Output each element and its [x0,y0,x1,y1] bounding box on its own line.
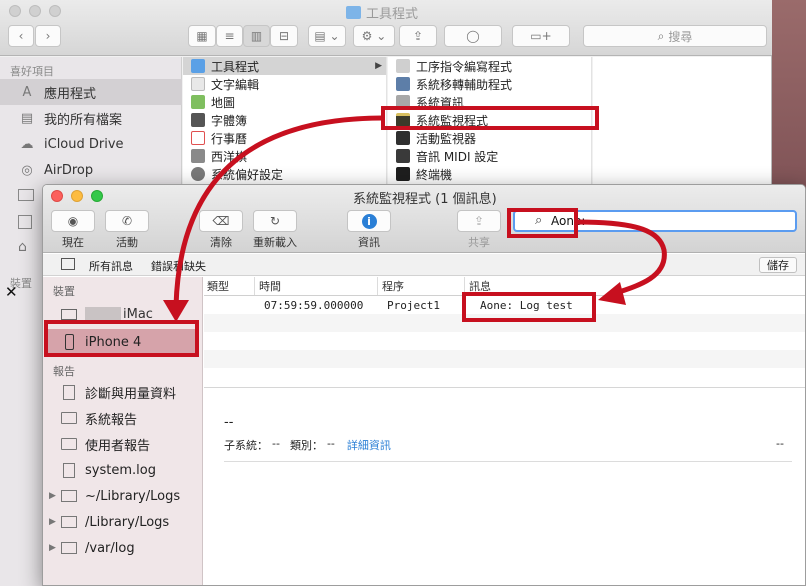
annotation-arrows [163,115,667,322]
annotation-arrow-to-iphone [173,115,384,307]
annotation-arrowhead-message [598,282,626,305]
annotation-arrowhead-iphone [163,300,189,322]
annotation-arrow-to-message [577,219,667,297]
